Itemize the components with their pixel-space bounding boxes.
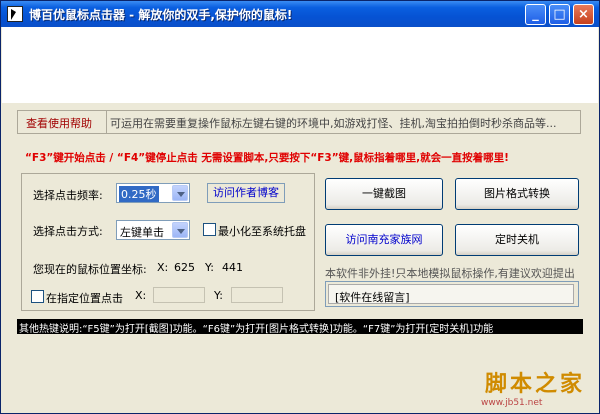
watermark-url: www.jb51.net — [481, 398, 543, 408]
minimize-to-tray-label: 最小化至系统托盘 — [218, 225, 306, 238]
fixed-position-checkbox[interactable] — [31, 290, 44, 303]
divider — [106, 111, 107, 133]
frequency-label: 选择点击频率: — [33, 189, 103, 202]
fixed-position-label: 在指定位置点击 — [46, 292, 123, 305]
maximize-button[interactable]: □ — [549, 4, 570, 25]
mouse-x-label: X: — [157, 261, 169, 274]
hotkey-notice: “F3”键开始点击 / “F4”键停止点击 无需设置脚本,只要按下“F3”键,鼠… — [25, 152, 509, 164]
visit-author-blog-link[interactable]: 访问作者博客 — [207, 183, 285, 203]
minimize-to-tray-checkbox[interactable] — [203, 223, 216, 236]
disclaimer-text: 本软件非外挂!只本地模拟鼠标操作,有建议欢迎提出 — [325, 267, 575, 280]
hotkey-info-bar: 其他热键说明:“F5键”为打开[截图]功能。“F6键”为打开[图片格式转换]功能… — [17, 319, 583, 334]
chevron-down-icon[interactable] — [172, 222, 188, 238]
screenshot-button[interactable]: 一键截图 — [325, 178, 443, 210]
method-label: 选择点击方式: — [33, 225, 103, 238]
fixed-y-label: Y: — [214, 289, 223, 302]
mouse-y-value: 441 — [222, 261, 243, 274]
help-description: 可运用在需要重复操作鼠标左键右键的环境中,如游戏打怪、挂机,淘宝拍拍倒时秒杀商品… — [110, 117, 557, 130]
close-button[interactable]: × — [573, 4, 594, 25]
online-message-label: [软件在线留言] — [335, 291, 410, 304]
frequency-value: 0.25秒 — [119, 186, 159, 202]
mouse-x-value: 625 — [174, 261, 195, 274]
mouse-position-label: 您现在的鼠标位置坐标: — [33, 263, 147, 276]
chevron-down-icon[interactable] — [172, 185, 188, 201]
cursor-app-icon — [7, 6, 23, 22]
online-message-button[interactable]: [软件在线留言] — [328, 284, 574, 304]
fixed-x-input[interactable] — [153, 287, 205, 303]
visit-site-button[interactable]: 访问南充家族网 — [325, 224, 443, 256]
frequency-select[interactable]: 0.25秒 — [116, 183, 190, 203]
watermark-logo: 脚本之家 — [485, 372, 586, 397]
fixed-x-label: X: — [135, 289, 147, 302]
banner-area — [2, 27, 598, 103]
mouse-y-label: Y: — [205, 261, 214, 274]
title-bar[interactable]: 博百优鼠标点击器 - 解放你的双手,保护你的鼠标! _ □ × — [1, 1, 599, 27]
minimize-button[interactable]: _ — [525, 4, 546, 25]
shutdown-timer-button[interactable]: 定时关机 — [455, 224, 579, 256]
help-link[interactable]: 查看使用帮助 — [26, 115, 92, 131]
app-window: 博百优鼠标点击器 - 解放你的双手,保护你的鼠标! _ □ × 查看使用帮助 可… — [0, 0, 600, 414]
image-convert-button[interactable]: 图片格式转换 — [455, 178, 579, 210]
method-select[interactable]: 左键单击 — [116, 220, 190, 240]
help-row: 查看使用帮助 可运用在需要重复操作鼠标左键右键的环境中,如游戏打怪、挂机,淘宝拍… — [17, 110, 581, 134]
method-value: 左键单击 — [120, 226, 164, 239]
fixed-y-input[interactable] — [231, 287, 283, 303]
window-title: 博百优鼠标点击器 - 解放你的双手,保护你的鼠标! — [29, 8, 293, 22]
hotkey-info-text: 其他热键说明:“F5键”为打开[截图]功能。“F6键”为打开[图片格式转换]功能… — [19, 324, 494, 334]
online-message-panel: [软件在线留言] — [325, 281, 579, 307]
